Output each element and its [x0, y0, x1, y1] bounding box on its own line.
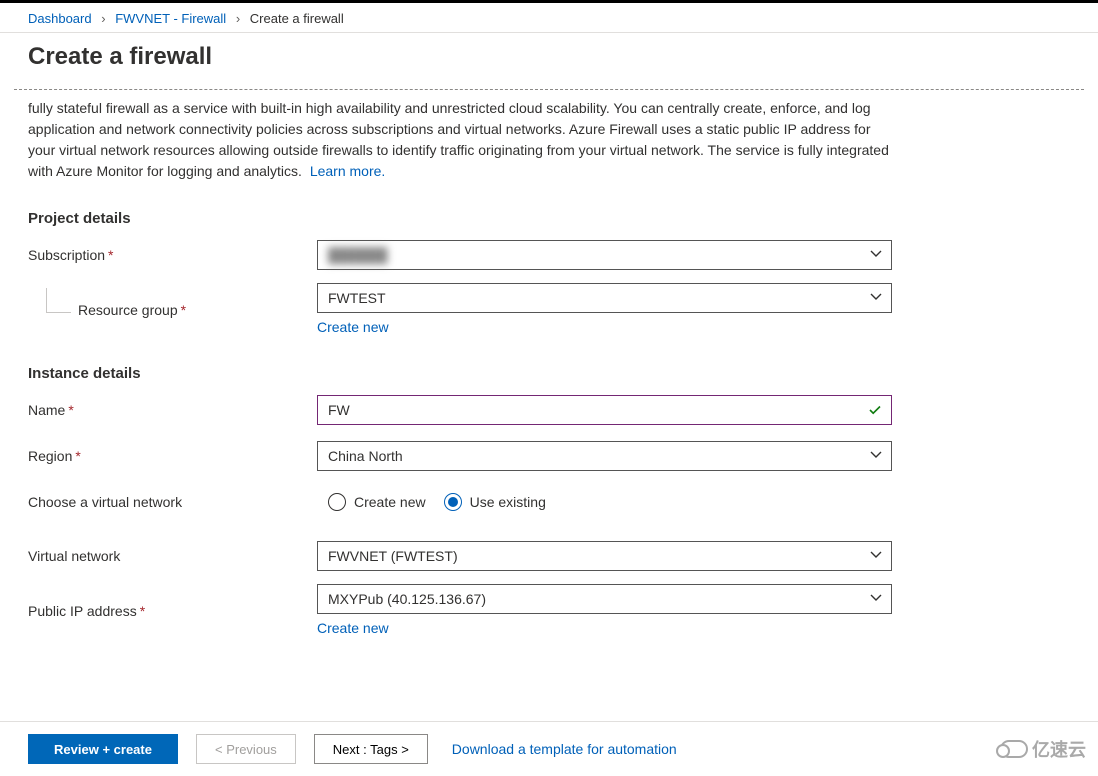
label-virtual-network: Virtual network	[28, 548, 317, 564]
radio-create-new[interactable]: Create new	[328, 493, 426, 511]
create-new-ip-link[interactable]: Create new	[317, 620, 389, 636]
radio-icon	[444, 493, 462, 511]
label-name: Name*	[28, 402, 317, 418]
resource-group-select[interactable]: FWTEST	[317, 283, 892, 313]
breadcrumb-link-fwvnet[interactable]: FWVNET - Firewall	[115, 11, 226, 26]
virtual-network-select[interactable]: FWVNET (FWTEST)	[317, 541, 892, 571]
page-title: Create a firewall	[0, 33, 1098, 89]
public-ip-value: MXYPub (40.125.136.67)	[328, 591, 486, 607]
required-marker: *	[75, 448, 80, 464]
label-vnet-choice-text: Choose a virtual network	[28, 494, 182, 510]
subscription-value: ██████	[328, 247, 388, 263]
learn-more-link[interactable]: Learn more.	[310, 163, 385, 179]
breadcrumb-link-dashboard[interactable]: Dashboard	[28, 11, 92, 26]
next-button[interactable]: Next : Tags >	[314, 734, 428, 764]
form-content: fully stateful firewall as a service wit…	[0, 90, 920, 738]
wizard-footer: Review + create < Previous Next : Tags >…	[0, 721, 1098, 776]
chevron-right-icon: ›	[101, 11, 105, 26]
section-heading-project: Project details	[28, 210, 892, 227]
name-value: FW	[328, 402, 350, 418]
row-subscription: Subscription* ██████	[28, 237, 892, 273]
label-region-text: Region	[28, 448, 72, 464]
row-region: Region* China North	[28, 438, 892, 474]
label-public-ip: Public IP address*	[28, 603, 317, 619]
required-marker: *	[181, 302, 186, 318]
label-resource-group-text: Resource group	[78, 302, 178, 318]
previous-button: < Previous	[196, 734, 296, 764]
chevron-down-icon	[869, 290, 883, 304]
public-ip-select[interactable]: MXYPub (40.125.136.67)	[317, 584, 892, 614]
chevron-down-icon	[869, 548, 883, 562]
label-name-text: Name	[28, 402, 65, 418]
breadcrumb: Dashboard › FWVNET - Firewall › Create a…	[0, 3, 1098, 33]
region-value: China North	[328, 448, 403, 464]
row-public-ip: Public IP address* MXYPub (40.125.136.67…	[28, 584, 892, 638]
radio-use-existing[interactable]: Use existing	[444, 493, 546, 511]
create-new-rg-link[interactable]: Create new	[317, 319, 389, 335]
radio-use-existing-label: Use existing	[470, 494, 546, 510]
required-marker: *	[108, 247, 113, 263]
watermark-text: 亿速云	[1032, 736, 1086, 762]
label-subscription-text: Subscription	[28, 247, 105, 263]
chevron-down-icon	[869, 591, 883, 605]
row-name: Name* FW	[28, 392, 892, 428]
download-template-link[interactable]: Download a template for automation	[452, 741, 677, 757]
checkmark-icon	[867, 402, 883, 418]
description-text: fully stateful firewall as a service wit…	[28, 96, 892, 182]
review-create-button[interactable]: Review + create	[28, 734, 178, 764]
region-select[interactable]: China North	[317, 441, 892, 471]
row-virtual-network: Virtual network FWVNET (FWTEST)	[28, 538, 892, 574]
cloud-icon	[1000, 740, 1028, 758]
radio-icon	[328, 493, 346, 511]
resource-group-value: FWTEST	[328, 290, 386, 306]
description-body: fully stateful firewall as a service wit…	[28, 100, 889, 179]
label-virtual-network-text: Virtual network	[28, 548, 120, 564]
label-region: Region*	[28, 448, 317, 464]
chevron-down-icon	[869, 448, 883, 462]
required-marker: *	[68, 402, 73, 418]
label-public-ip-text: Public IP address	[28, 603, 137, 619]
watermark: 亿速云	[1000, 736, 1086, 762]
row-resource-group: Resource group* FWTEST Create new	[28, 283, 892, 337]
row-vnet-choice: Choose a virtual network Create new Use …	[28, 484, 892, 520]
vnet-choice-radiogroup: Create new Use existing	[328, 493, 892, 511]
label-subscription: Subscription*	[28, 247, 317, 263]
virtual-network-value: FWVNET (FWTEST)	[328, 548, 458, 564]
chevron-down-icon	[869, 247, 883, 261]
required-marker: *	[140, 603, 145, 619]
radio-create-new-label: Create new	[354, 494, 426, 510]
name-input[interactable]: FW	[317, 395, 892, 425]
chevron-right-icon: ›	[236, 11, 240, 26]
label-vnet-choice: Choose a virtual network	[28, 494, 328, 510]
label-resource-group: Resource group*	[28, 302, 317, 318]
breadcrumb-current: Create a firewall	[250, 11, 344, 26]
section-heading-instance: Instance details	[28, 365, 892, 382]
subscription-select[interactable]: ██████	[317, 240, 892, 270]
